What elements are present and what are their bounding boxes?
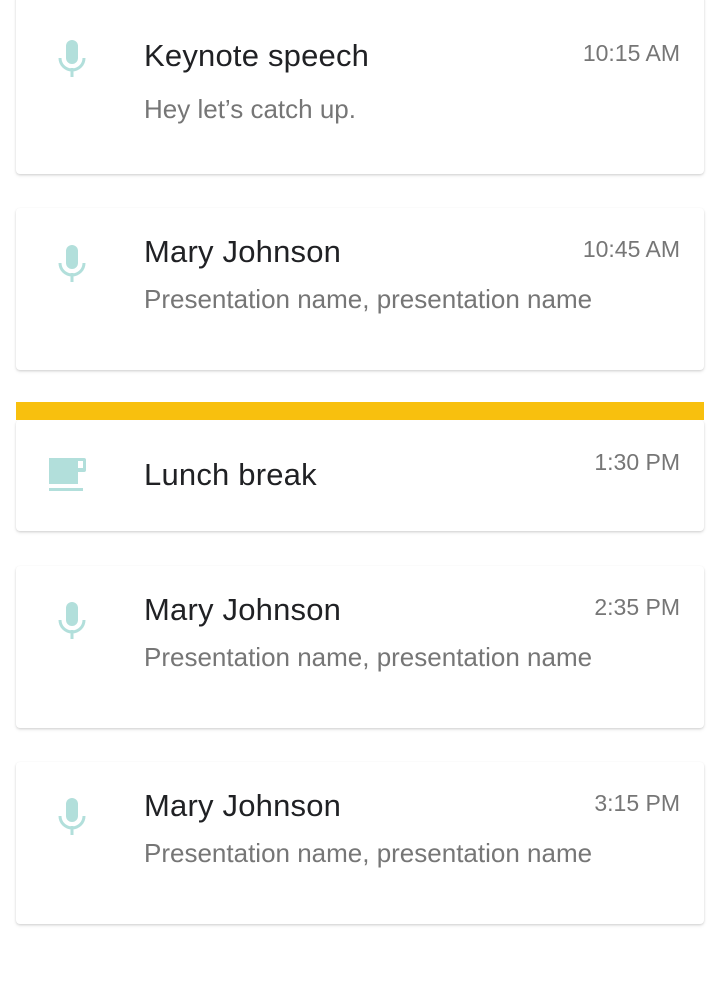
microphone-icon (44, 788, 100, 844)
microphone-icon (44, 30, 100, 86)
schedule-item[interactable]: Mary Johnson Presentation name, presenta… (16, 762, 704, 924)
item-title: Mary Johnson (144, 592, 342, 627)
schedule-item[interactable]: Mary Johnson Presentation name, presenta… (16, 208, 704, 370)
item-title: Lunch break (144, 457, 317, 492)
schedule-item[interactable]: Keynote speech Hey let’s catch up. 10:15… (16, 0, 704, 174)
item-title: Mary Johnson (144, 234, 342, 269)
item-title: Mary Johnson (144, 788, 342, 823)
item-subtitle: Hey let’s catch up. (144, 94, 356, 124)
schedule-item[interactable]: Mary Johnson Presentation name, presenta… (16, 566, 704, 728)
item-time: 1:30 PM (594, 449, 680, 475)
microphone-icon (44, 235, 100, 291)
item-time: 3:15 PM (594, 790, 680, 816)
item-time: 2:35 PM (594, 594, 680, 620)
coffee-cup-icon (40, 448, 96, 504)
item-time: 10:45 AM (582, 236, 680, 262)
microphone-icon (44, 592, 100, 648)
item-subtitle: Presentation name, presentation name (144, 838, 593, 868)
item-subtitle: Presentation name, presentation name (144, 284, 593, 314)
item-time: 10:15 AM (582, 40, 680, 66)
item-subtitle: Presentation name, presentation name (144, 642, 593, 672)
item-title: Keynote speech (144, 38, 370, 73)
schedule-item-highlighted[interactable]: Lunch break 1:30 PM (16, 402, 704, 531)
